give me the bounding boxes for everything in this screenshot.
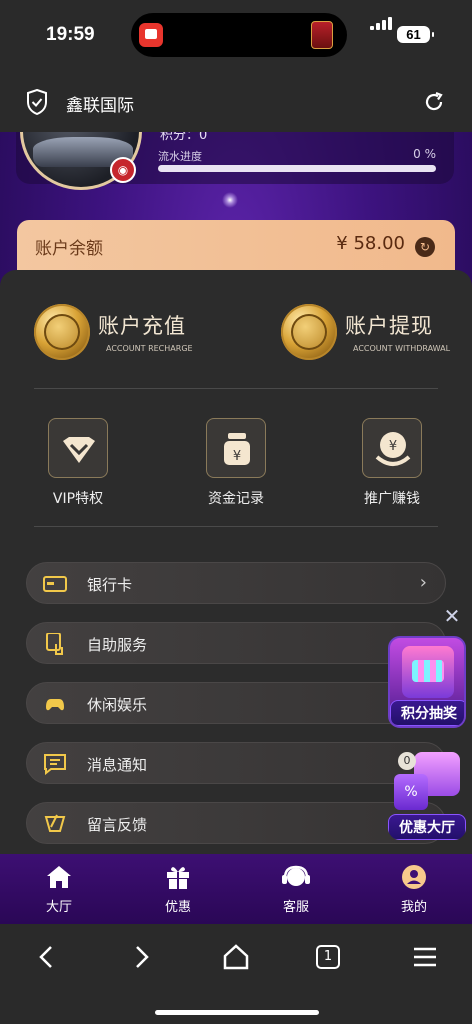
withdraw-title: 账户提现 bbox=[345, 314, 433, 338]
browser-toolbar: 1 bbox=[0, 924, 472, 1024]
tile-vip-label: VIP特权 bbox=[52, 491, 104, 507]
close-icon[interactable]: ✕ bbox=[441, 605, 463, 627]
menu-self-service-label: 自助服务 bbox=[87, 636, 148, 654]
promote-earn-icon: ¥ bbox=[362, 418, 422, 478]
bottom-tab-bar: 大厅 优惠 客服 我的 bbox=[0, 854, 472, 924]
flow-label: 流水进度 bbox=[158, 150, 202, 163]
home-indicator bbox=[155, 1010, 319, 1015]
fund-record-icon: ¥ bbox=[206, 418, 266, 478]
vip-diamond-icon bbox=[48, 418, 108, 478]
tab-offers[interactable]: 优惠 bbox=[143, 864, 213, 915]
headset-icon bbox=[282, 865, 310, 886]
status-bar: 19:59 61 bbox=[0, 0, 472, 72]
svg-text:¥: ¥ bbox=[233, 449, 241, 464]
tab-offers-label: 优惠 bbox=[164, 900, 191, 915]
back-icon[interactable] bbox=[32, 942, 62, 972]
site-title[interactable]: 鑫联国际 bbox=[66, 91, 134, 116]
tab-service-label: 客服 bbox=[282, 900, 309, 915]
withdraw-button[interactable]: 账户提现 ACCOUNT WITHDRAWAL bbox=[281, 304, 461, 366]
tile-fund-record-label: 资金记录 bbox=[208, 491, 264, 507]
notification-badge: 0 bbox=[398, 752, 416, 770]
tab-hall[interactable]: 大厅 bbox=[24, 864, 94, 915]
divider bbox=[34, 526, 438, 527]
home-house-icon[interactable] bbox=[221, 942, 251, 972]
status-time: 19:59 bbox=[46, 24, 95, 45]
tile-promote-label: 推广赚钱 bbox=[364, 491, 420, 507]
discount-bag-icon: % bbox=[394, 774, 428, 810]
shield-check-icon[interactable] bbox=[26, 89, 48, 115]
menu-feedback[interactable]: 留言反馈 bbox=[26, 802, 446, 844]
message-icon bbox=[44, 754, 66, 775]
divider bbox=[34, 388, 438, 389]
svg-text:¥: ¥ bbox=[389, 439, 397, 454]
tab-hall-label: 大厅 bbox=[45, 900, 72, 915]
points-lottery-label: 积分抽奖 bbox=[390, 700, 464, 726]
points-label: 积分：0 bbox=[160, 132, 208, 143]
piggy-bank-coin-icon bbox=[34, 304, 90, 360]
tab-mine[interactable]: 我的 bbox=[379, 864, 449, 915]
browser-header: 鑫联国际 bbox=[0, 72, 472, 132]
atm-yuan-coin-icon bbox=[281, 304, 337, 360]
reload-icon[interactable] bbox=[422, 90, 446, 114]
sparkle-decoration bbox=[222, 192, 238, 208]
balance-label: 账户余额 bbox=[35, 239, 103, 259]
menu-feedback-label: 留言反馈 bbox=[87, 816, 148, 834]
tile-promote[interactable]: ¥ 推广赚钱 bbox=[342, 418, 442, 508]
flow-percent: 0 % bbox=[413, 147, 436, 161]
flow-progress-bar bbox=[158, 165, 436, 172]
recharge-subtitle: ACCOUNT RECHARGE bbox=[106, 344, 193, 353]
home-icon bbox=[47, 866, 71, 888]
feedback-icon bbox=[44, 814, 66, 832]
menu-self-service[interactable]: 自助服务 bbox=[26, 622, 446, 664]
tab-mine-label: 我的 bbox=[400, 900, 427, 915]
menu-messages-label: 消息通知 bbox=[87, 756, 148, 774]
menu-bank-card-label: 银行卡 bbox=[87, 576, 133, 594]
offers-hall-label: 优惠大厅 bbox=[388, 814, 466, 840]
menu-leisure[interactable]: 休闲娱乐 bbox=[26, 682, 446, 724]
menu-hamburger-icon[interactable] bbox=[410, 942, 440, 972]
claw-machine-icon bbox=[402, 646, 454, 698]
bank-card-icon bbox=[43, 576, 67, 592]
refresh-balance-icon[interactable]: ↻ bbox=[415, 237, 435, 257]
recharge-title: 账户充值 bbox=[98, 314, 186, 338]
tile-fund-record[interactable]: ¥ 资金记录 bbox=[186, 418, 286, 508]
app-activity-icon bbox=[139, 23, 163, 47]
self-service-icon bbox=[46, 633, 63, 655]
dynamic-island bbox=[131, 13, 347, 57]
media-activity-icon bbox=[311, 21, 333, 49]
gift-icon bbox=[167, 867, 189, 889]
battery-icon: 61 bbox=[397, 26, 434, 43]
forward-icon[interactable] bbox=[126, 942, 156, 972]
menu-messages[interactable]: 消息通知 bbox=[26, 742, 446, 784]
tab-service[interactable]: 客服 bbox=[261, 864, 331, 915]
main-content: ◉ 积分：0 流水进度 0 % 账户余额 ¥ 58.00 ↻ 账户充值 ACCO… bbox=[0, 132, 472, 854]
withdraw-subtitle: ACCOUNT WITHDRAWAL bbox=[353, 344, 451, 353]
menu-bank-card[interactable]: 银行卡 › bbox=[26, 562, 446, 604]
tile-vip[interactable]: VIP特权 bbox=[28, 418, 128, 508]
chevron-right-icon: › bbox=[419, 572, 427, 593]
user-icon bbox=[402, 865, 426, 889]
balance-amount: ¥ 58.00 bbox=[336, 233, 405, 254]
points-lottery-promo[interactable]: 积分抽奖 bbox=[388, 636, 466, 728]
tabs-count-button[interactable]: 1 bbox=[316, 945, 340, 969]
recharge-button[interactable]: 账户充值 ACCOUNT RECHARGE bbox=[34, 304, 214, 366]
gamepad-icon bbox=[46, 699, 64, 711]
camera-icon[interactable]: ◉ bbox=[110, 157, 136, 183]
menu-leisure-label: 休闲娱乐 bbox=[87, 696, 148, 714]
